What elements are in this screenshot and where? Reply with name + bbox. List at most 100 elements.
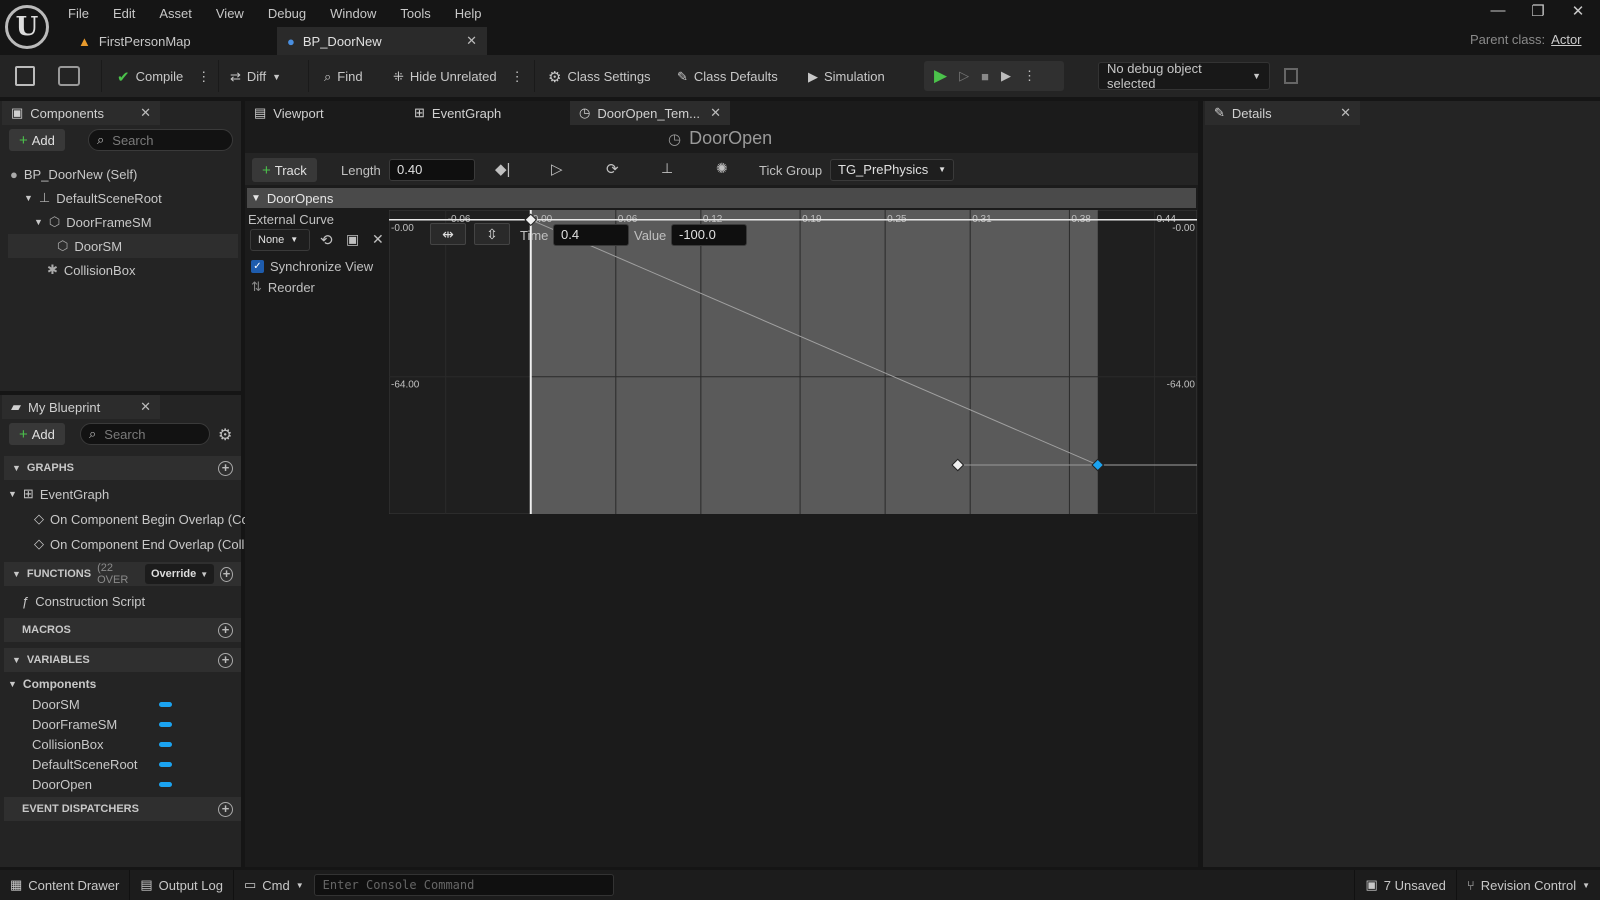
tab-event-graph[interactable]: ⊞ EventGraph <box>405 101 565 125</box>
close-icon[interactable]: ✕ <box>466 33 477 49</box>
step-icon[interactable]: ▷ <box>959 68 969 84</box>
close-window-icon[interactable]: ✕ <box>1558 2 1598 24</box>
components-search-input[interactable]: ⌕ Search <box>88 129 233 151</box>
debug-object-select[interactable]: No debug object selected ▼ <box>1098 61 1270 91</box>
tab-components[interactable]: ▣ Components ✕ <box>2 101 160 125</box>
blueprint-search-input[interactable]: ⌕ Search <box>80 423 210 445</box>
replicated-icon[interactable]: ⊥ <box>661 160 673 177</box>
tab-my-blueprint[interactable]: ▰ My Blueprint ✕ <box>2 395 160 419</box>
menu-tools[interactable]: Tools <box>388 6 442 21</box>
more-options-icon[interactable]: ⋮ <box>511 69 524 85</box>
event-end-overlap[interactable]: ◇ On Component End Overlap (Colli <box>34 532 247 556</box>
menu-edit[interactable]: Edit <box>101 6 147 21</box>
zoom-to-fit-vertical-icon[interactable]: ⇳ <box>474 223 510 245</box>
close-icon[interactable]: ✕ <box>1340 105 1351 121</box>
menu-debug[interactable]: Debug <box>256 6 318 21</box>
clear-curve-icon[interactable]: ✕ <box>372 231 384 248</box>
unsaved-button[interactable]: ▣ 7 Unsaved <box>1354 870 1457 900</box>
synchronize-view-checkbox[interactable]: ✓ Synchronize View <box>251 259 373 274</box>
diff-button[interactable]: ⇄ Diff ▼ <box>230 64 281 89</box>
unreal-logo-icon[interactable]: U <box>5 5 49 49</box>
content-drawer-button[interactable]: ▦ Content Drawer <box>0 870 131 900</box>
graph-event-graph[interactable]: ▼ ⊞ EventGraph <box>8 482 109 506</box>
console-command-input[interactable]: Enter Console Command <box>313 874 614 896</box>
cmd-dropdown[interactable]: ▭ Cmd ▼ <box>234 870 314 900</box>
autoplay-icon[interactable]: ▷ <box>551 160 563 178</box>
tick-group-select[interactable]: TG_PrePhysics ▼ <box>830 159 954 181</box>
add-variable-icon[interactable]: + <box>218 652 233 668</box>
menu-window[interactable]: Window <box>318 6 388 21</box>
class-defaults-button[interactable]: ✎ Class Defaults <box>677 64 778 89</box>
add-macro-icon[interactable]: + <box>218 622 233 638</box>
add-function-icon[interactable]: + <box>220 566 233 582</box>
variable-door-frame-sm[interactable]: DoorFrameSM <box>32 714 172 734</box>
variable-door-sm[interactable]: DoorSM <box>32 694 172 714</box>
loop-icon[interactable]: ⟳ <box>606 160 619 178</box>
menu-asset[interactable]: Asset <box>147 6 204 21</box>
add-graph-icon[interactable]: + <box>218 460 233 476</box>
close-icon[interactable]: ✕ <box>140 105 151 121</box>
class-settings-button[interactable]: ⚙ Class Settings <box>548 64 651 89</box>
variable-collision-box[interactable]: CollisionBox <box>32 734 172 754</box>
tab-details[interactable]: ✎ Details ✕ <box>1205 101 1360 125</box>
component-door-frame-sm[interactable]: ▼ ⬡ DoorFrameSM <box>34 210 152 234</box>
compile-button[interactable]: ✔ Compile ⋮ <box>117 64 210 89</box>
zoom-to-fit-horizontal-icon[interactable]: ⇹ <box>430 223 466 245</box>
add-component-button[interactable]: + Add <box>9 129 65 151</box>
play-icon[interactable]: ▶ <box>934 66 947 86</box>
menu-help[interactable]: Help <box>443 6 494 21</box>
section-macros[interactable]: MACROS + <box>4 618 241 642</box>
key-value-input[interactable]: -100.0 <box>671 224 747 246</box>
find-button[interactable]: ⌕ Find <box>324 64 363 89</box>
function-construction-script[interactable]: ƒ Construction Script <box>22 589 145 613</box>
key-time-input[interactable]: 0.4 <box>553 224 629 246</box>
output-log-button[interactable]: ▤ Output Log <box>130 870 234 900</box>
debug-filter-icon[interactable] <box>1284 68 1298 84</box>
variable-door-open[interactable]: DoorOpen <box>32 774 172 794</box>
section-graphs[interactable]: ▼ GRAPHS + <box>4 456 241 480</box>
component-default-scene-root[interactable]: ▼ ⊥ DefaultSceneRoot <box>24 186 162 210</box>
override-dropdown[interactable]: Override ▼ <box>144 564 215 584</box>
add-dispatcher-icon[interactable]: + <box>218 801 233 817</box>
event-begin-overlap[interactable]: ◇ On Component Begin Overlap (Co <box>34 507 249 531</box>
eject-icon[interactable]: ▶ <box>1001 68 1011 84</box>
browse-curve-icon[interactable]: ▣ <box>346 231 359 248</box>
component-collision-box[interactable]: ✱ CollisionBox <box>47 258 135 282</box>
browse-icon[interactable] <box>58 66 80 86</box>
component-door-sm[interactable]: ⬡ DoorSM <box>8 234 238 258</box>
save-icon[interactable] <box>15 66 35 86</box>
variable-category[interactable]: ▼ Components <box>8 674 96 694</box>
tab-bp-door-new[interactable]: ● BP_DoorNew ✕ <box>277 27 487 55</box>
ignore-time-dilation-icon[interactable]: ✺ <box>716 160 728 177</box>
close-icon[interactable]: ✕ <box>140 399 151 415</box>
tab-first-person-map[interactable]: ▲ FirstPersonMap <box>68 27 201 55</box>
section-variables[interactable]: ▼ VARIABLES + <box>4 648 241 672</box>
more-options-icon[interactable]: ⋮ <box>1023 68 1036 84</box>
more-options-icon[interactable]: ⋮ <box>197 69 210 85</box>
hide-unrelated-button[interactable]: ⁜ Hide Unrelated ⋮ <box>393 64 524 89</box>
curve-graph[interactable]: -0.06 0.00 0.06 0.12 0.19 0.25 0.31 0.38 0.44-0.… <box>389 210 1197 514</box>
track-header[interactable]: ▼ DoorOpens <box>247 188 1196 208</box>
close-icon[interactable]: ✕ <box>710 105 721 121</box>
reorder-control[interactable]: ⇅ Reorder <box>251 279 315 295</box>
variable-default-scene-root[interactable]: DefaultSceneRoot <box>32 754 172 774</box>
section-event-dispatchers[interactable]: EVENT DISPATCHERS + <box>4 797 241 821</box>
stop-icon[interactable]: ■ <box>981 69 989 84</box>
length-input[interactable]: 0.40 <box>389 159 475 181</box>
add-member-button[interactable]: + Add <box>9 423 65 445</box>
revision-control-button[interactable]: ⑂ Revision Control ▼ <box>1457 870 1600 900</box>
use-last-keyframe-icon[interactable]: ◆| <box>495 160 510 178</box>
component-self[interactable]: ● BP_DoorNew (Self) <box>10 162 137 186</box>
parent-class-link[interactable]: Actor <box>1551 32 1581 47</box>
add-track-button[interactable]: + Track <box>252 158 317 182</box>
tab-door-open-timeline[interactable]: ◷ DoorOpen_Tem... ✕ <box>570 101 730 125</box>
gear-icon[interactable]: ⚙ <box>218 425 232 445</box>
use-selected-curve-icon[interactable]: ⟲ <box>320 231 333 249</box>
menu-view[interactable]: View <box>204 6 256 21</box>
minimize-icon[interactable]: — <box>1478 2 1518 24</box>
tab-viewport[interactable]: ▤ Viewport <box>245 101 405 125</box>
external-curve-select[interactable]: None ▼ <box>250 229 310 251</box>
restore-icon[interactable]: ❐ <box>1518 2 1558 24</box>
menu-file[interactable]: File <box>56 6 101 21</box>
simulation-button[interactable]: ▶ Simulation <box>808 64 885 89</box>
